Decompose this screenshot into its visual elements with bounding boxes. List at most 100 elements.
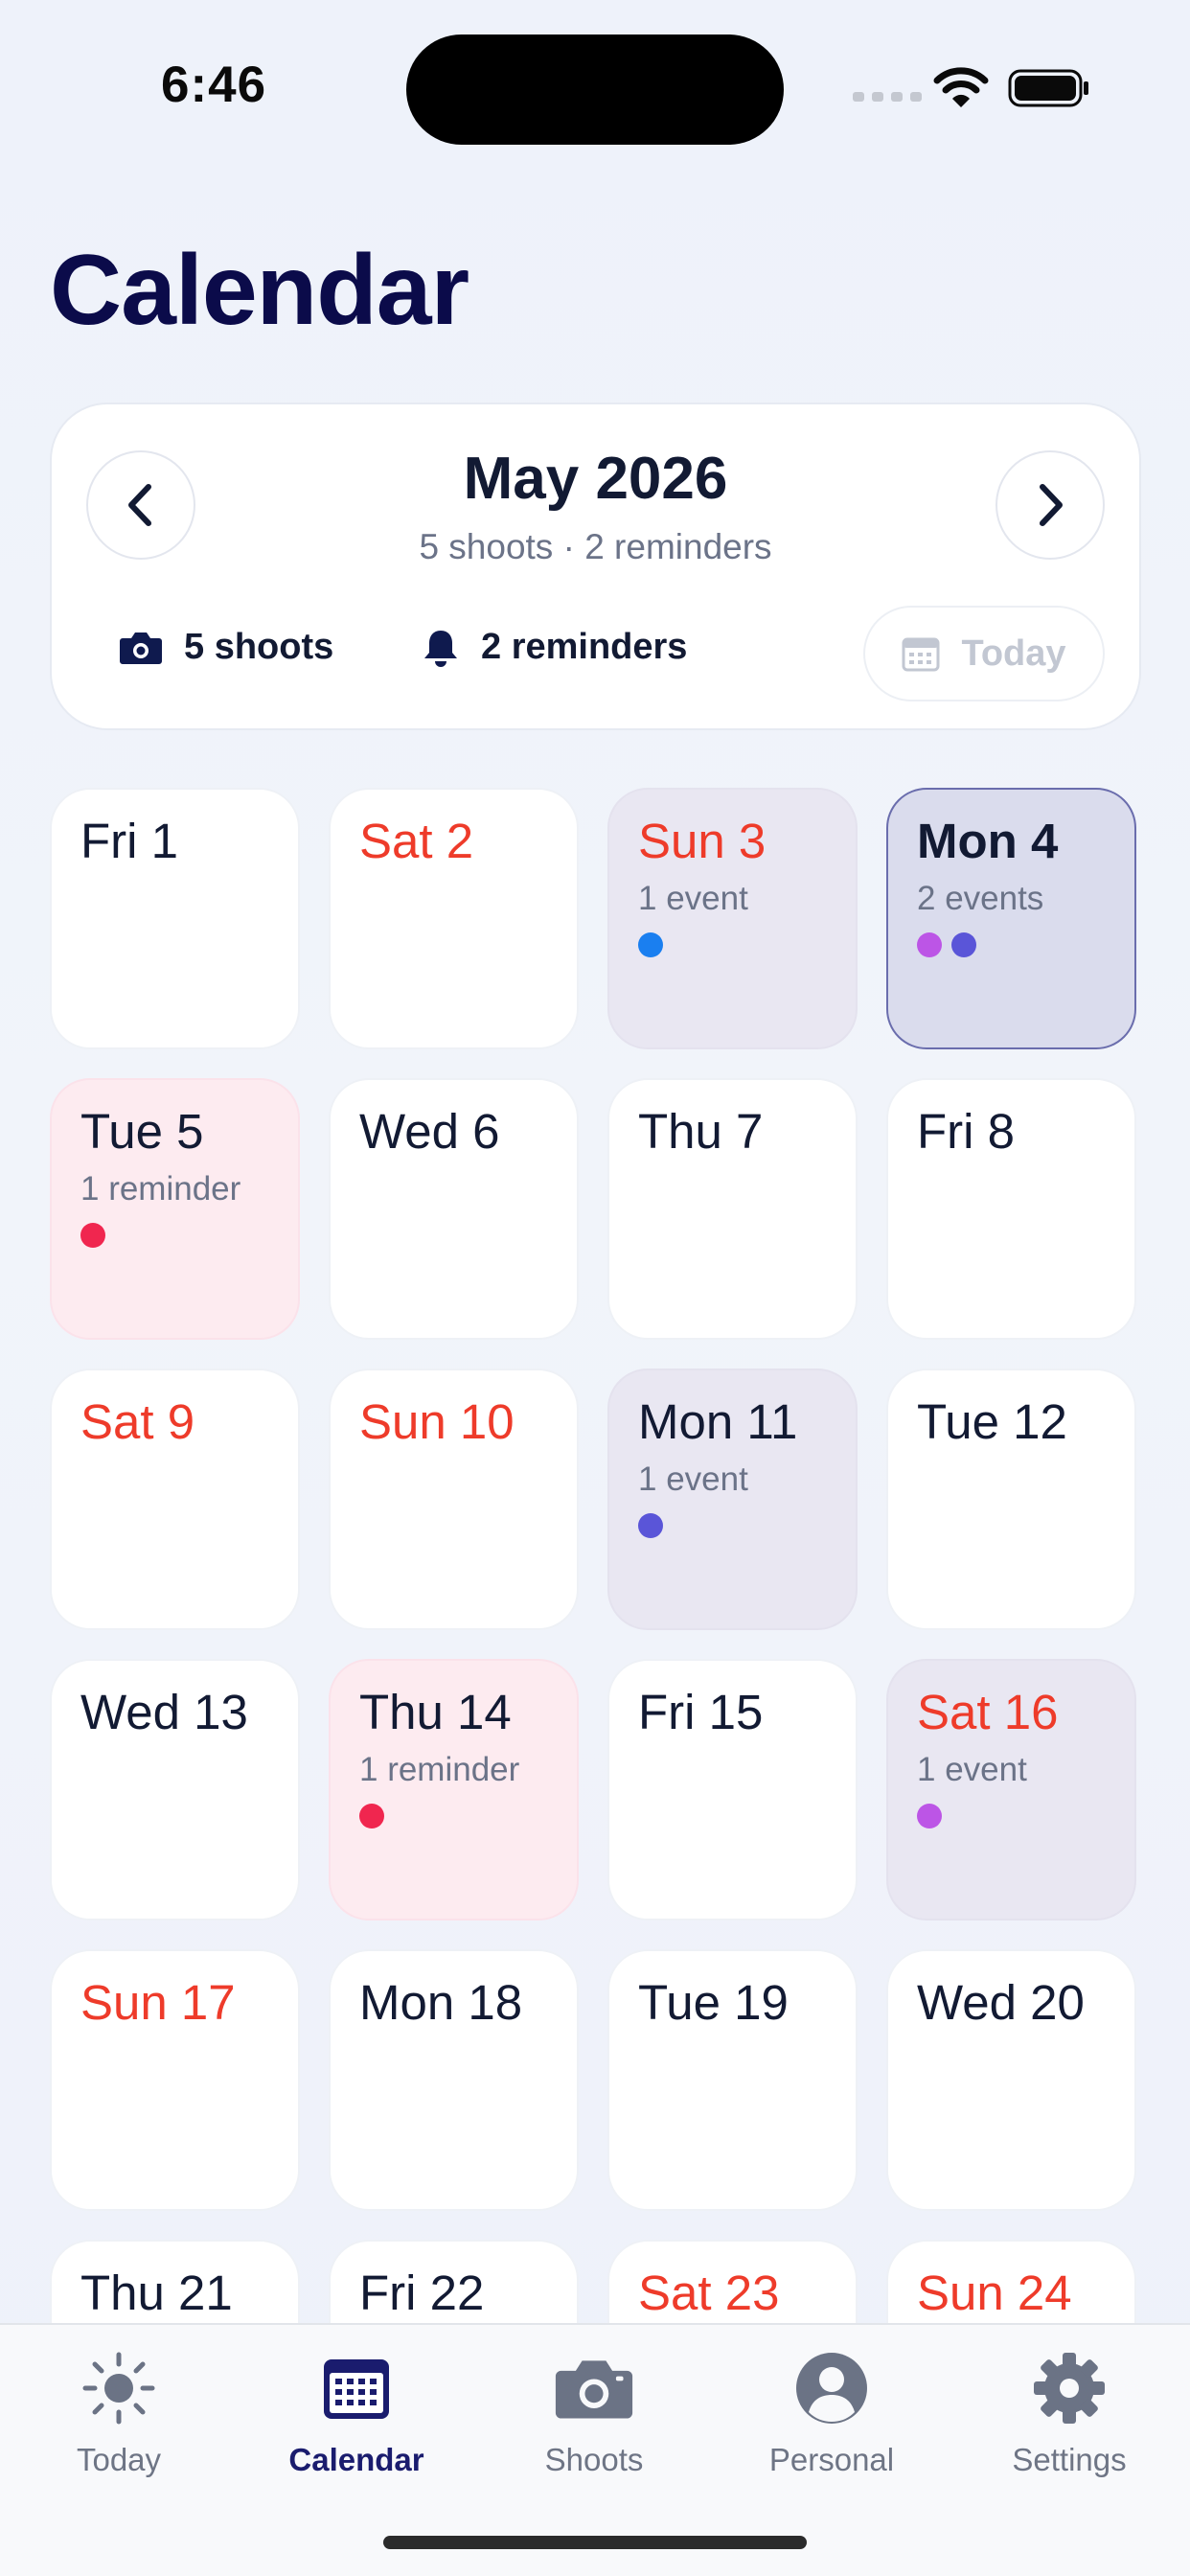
month-title: May 2026 — [463, 446, 728, 512]
day-cell[interactable]: Tue 19 — [607, 1949, 858, 2211]
day-cell[interactable]: Mon 4 2 events — [886, 788, 1136, 1049]
event-dot — [638, 932, 663, 957]
day-cell[interactable]: Sat 9 — [50, 1368, 300, 1630]
day-label: Sun 17 — [80, 1975, 236, 2030]
bell-icon — [424, 630, 457, 667]
previous-month-button[interactable] — [86, 450, 195, 560]
status-bar: 6:46 — [0, 0, 1190, 172]
dynamic-island — [406, 34, 784, 145]
event-dots — [359, 1804, 384, 1828]
day-label: Wed 13 — [80, 1685, 248, 1739]
day-label: Sun 10 — [359, 1394, 515, 1449]
day-cell[interactable]: Fri 1 — [50, 788, 300, 1049]
camera-icon — [555, 2360, 633, 2419]
shoots-count: 5 shoots — [184, 627, 334, 667]
day-cell[interactable]: Mon 18 — [329, 1949, 579, 2211]
cellular-signal-icon — [853, 92, 922, 102]
event-dots — [917, 932, 976, 957]
day-label: Thu 21 — [80, 2266, 233, 2320]
event-dots — [80, 1223, 105, 1248]
day-label: Fri 1 — [80, 814, 178, 868]
day-label: Fri 15 — [638, 1685, 764, 1739]
day-cell[interactable]: Mon 11 1 event — [607, 1368, 858, 1630]
day-label: Sat 2 — [359, 814, 474, 868]
tab-label: Personal — [768, 2442, 895, 2477]
event-dots — [638, 1513, 663, 1538]
reminders-summary: 2 reminders — [422, 627, 687, 668]
day-label: Mon 18 — [359, 1975, 523, 2030]
day-label: Fri 22 — [359, 2266, 485, 2320]
calendar-small-icon — [902, 637, 940, 672]
calendar-icon — [324, 2359, 389, 2419]
day-cell[interactable]: Sat 16 1 event — [886, 1659, 1136, 1920]
next-month-button[interactable] — [995, 450, 1105, 560]
day-label: Mon 4 — [917, 814, 1059, 868]
day-label: Sat 9 — [80, 1394, 195, 1449]
day-event-count: 1 event — [638, 880, 748, 917]
battery-icon — [1008, 69, 1088, 107]
gear-icon — [1034, 2353, 1105, 2424]
day-cell[interactable]: Thu 7 — [607, 1078, 858, 1340]
day-label: Sat 16 — [917, 1685, 1059, 1739]
sun-icon — [82, 2352, 155, 2425]
tab-today[interactable]: Today — [0, 2348, 238, 2501]
day-label: Tue 19 — [638, 1975, 789, 2030]
chevron-right-icon — [1040, 484, 1063, 526]
day-cell[interactable]: Fri 15 — [607, 1659, 858, 1920]
tab-personal[interactable]: Personal — [713, 2348, 950, 2501]
today-button[interactable]: Today — [863, 606, 1105, 702]
day-event-count: 2 events — [917, 880, 1044, 917]
tab-label: Settings — [1012, 2442, 1127, 2477]
day-label: Thu 14 — [359, 1685, 512, 1739]
month-subtitle: 5 shoots · 2 reminders — [419, 527, 772, 566]
day-cell[interactable]: Tue 5 1 reminder — [50, 1078, 300, 1340]
tab-calendar[interactable]: Calendar — [238, 2348, 475, 2501]
day-cell[interactable]: Sat 2 — [329, 788, 579, 1049]
status-time: 6:46 — [161, 57, 267, 113]
page-title: Calendar — [50, 235, 469, 346]
day-cell[interactable]: Wed 20 — [886, 1949, 1136, 2211]
day-label: Tue 12 — [917, 1394, 1067, 1449]
tab-label: Shoots — [544, 2442, 644, 2477]
day-event-count: 1 reminder — [80, 1170, 241, 1208]
day-cell[interactable]: Sun 3 1 event — [607, 788, 858, 1049]
month-header-card: May 2026 5 shoots · 2 reminders 5 shoots… — [50, 402, 1141, 730]
day-label: Fri 8 — [917, 1104, 1015, 1159]
event-dot — [917, 932, 942, 957]
day-label: Sun 24 — [917, 2266, 1072, 2320]
day-label: Tue 5 — [80, 1104, 204, 1159]
day-label: Mon 11 — [638, 1394, 798, 1449]
day-event-count: 1 event — [917, 1751, 1027, 1788]
day-label: Sun 3 — [638, 814, 767, 868]
day-cell[interactable]: Wed 13 — [50, 1659, 300, 1920]
reminders-count: 2 reminders — [481, 627, 688, 667]
day-label: Wed 20 — [917, 1975, 1085, 2030]
chevron-left-icon — [128, 484, 151, 526]
event-dot — [951, 932, 976, 957]
day-label: Wed 6 — [359, 1104, 500, 1159]
event-dots — [638, 932, 663, 957]
tab-shoots[interactable]: Shoots — [475, 2348, 713, 2501]
day-event-count: 1 event — [638, 1460, 748, 1498]
event-dots — [917, 1804, 942, 1828]
day-cell[interactable]: Sun 17 — [50, 1949, 300, 2211]
day-cell[interactable]: Sun 10 — [329, 1368, 579, 1630]
wifi-icon — [933, 67, 989, 107]
day-cell[interactable]: Wed 6 — [329, 1078, 579, 1340]
today-button-label: Today — [961, 632, 1066, 674]
home-indicator — [383, 2536, 807, 2549]
person-icon — [796, 2353, 867, 2424]
day-label: Sat 23 — [638, 2266, 780, 2320]
camera-icon — [120, 632, 162, 664]
tab-settings[interactable]: Settings — [950, 2348, 1188, 2501]
day-cell[interactable]: Thu 14 1 reminder — [329, 1659, 579, 1920]
event-dot — [917, 1804, 942, 1828]
event-dot — [80, 1223, 105, 1248]
day-label: Thu 7 — [638, 1104, 764, 1159]
event-dot — [638, 1513, 663, 1538]
tab-label: Calendar — [288, 2442, 424, 2477]
day-cell[interactable]: Tue 12 — [886, 1368, 1136, 1630]
day-cell[interactable]: Fri 8 — [886, 1078, 1136, 1340]
shoots-summary: 5 shoots — [119, 627, 333, 668]
event-dot — [359, 1804, 384, 1828]
